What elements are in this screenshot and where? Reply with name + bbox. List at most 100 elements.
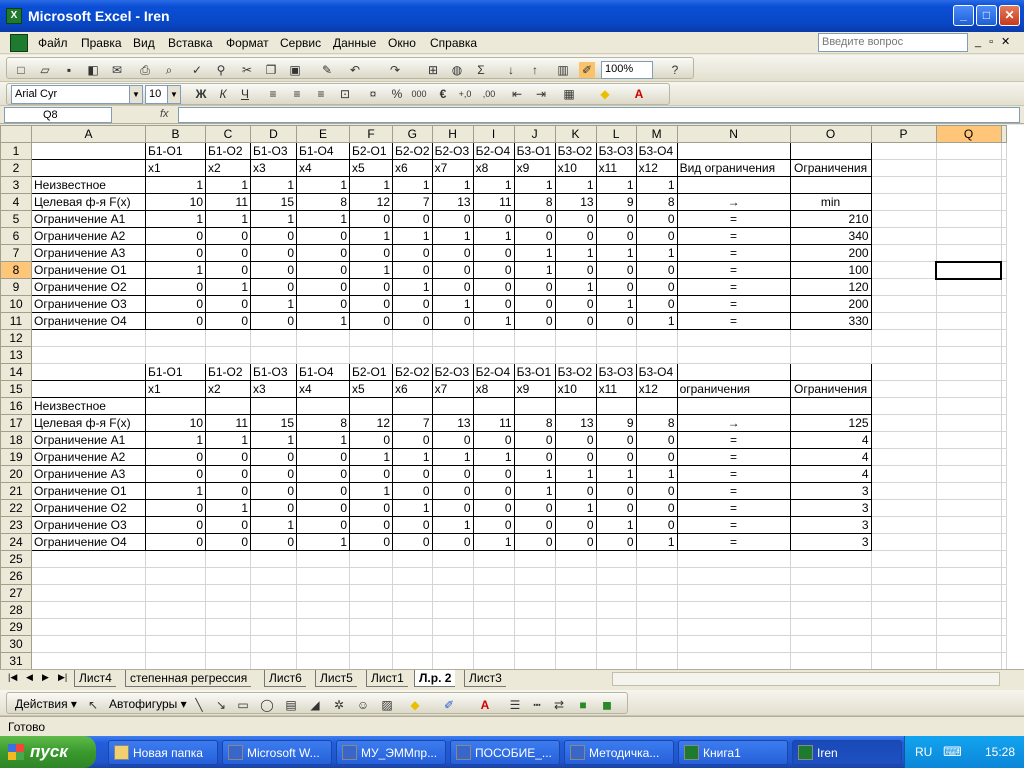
cell[interactable]: 0 — [513, 278, 556, 296]
cell[interactable] — [250, 329, 297, 347]
cell[interactable] — [635, 397, 678, 415]
cell[interactable] — [789, 618, 872, 636]
cell[interactable] — [789, 567, 872, 585]
next-sheet-icon[interactable]: ▶ — [42, 672, 49, 683]
cell[interactable] — [349, 567, 393, 585]
cell[interactable] — [513, 550, 556, 568]
sort-desc-icon[interactable]: ↑ — [527, 62, 543, 78]
cell[interactable]: 1 — [595, 176, 637, 194]
menu-view[interactable]: Вид — [133, 36, 155, 50]
cell[interactable]: Б3-О2 — [554, 142, 597, 160]
cell[interactable] — [554, 652, 597, 669]
cell[interactable]: 1 — [431, 227, 474, 245]
cell[interactable] — [870, 652, 937, 669]
cell[interactable]: Неизвестное — [31, 176, 146, 194]
cell[interactable] — [205, 635, 251, 653]
cell[interactable]: 4 — [789, 465, 872, 483]
cell[interactable]: x10 — [554, 380, 597, 398]
cell[interactable] — [205, 550, 251, 568]
cell[interactable]: 0 — [349, 533, 393, 551]
cell[interactable]: 1 — [296, 533, 350, 551]
cell[interactable]: 0 — [296, 278, 350, 296]
cell[interactable]: 0 — [472, 482, 515, 500]
cell[interactable]: Б1-О1 — [145, 363, 206, 381]
row-header[interactable]: 11 — [0, 312, 32, 330]
cell[interactable]: 0 — [145, 295, 206, 313]
cell[interactable]: Б2-О4 — [472, 142, 515, 160]
cell[interactable]: 1 — [513, 482, 556, 500]
cell[interactable] — [250, 397, 297, 415]
cell[interactable]: 1 — [431, 448, 474, 466]
cell[interactable]: 1 — [513, 261, 556, 279]
cell[interactable]: 0 — [145, 499, 206, 517]
cell[interactable]: Б2-О1 — [349, 363, 393, 381]
cell[interactable] — [870, 159, 937, 177]
cell[interactable]: x9 — [513, 159, 556, 177]
cell[interactable]: x5 — [349, 380, 393, 398]
cell[interactable] — [554, 346, 597, 364]
cell[interactable] — [870, 448, 937, 466]
cell[interactable]: 1 — [392, 176, 433, 194]
cell[interactable] — [595, 652, 637, 669]
cell[interactable]: 0 — [145, 312, 206, 330]
cell[interactable] — [296, 618, 350, 636]
cell[interactable]: 1 — [349, 448, 393, 466]
cell[interactable] — [392, 584, 433, 602]
cell[interactable]: 1 — [635, 465, 678, 483]
cell[interactable] — [349, 601, 393, 619]
menu-help[interactable]: Справка — [430, 36, 477, 50]
clipart-icon[interactable]: ☺ — [355, 697, 371, 713]
cell[interactable] — [676, 346, 791, 364]
cell[interactable]: Б3-О1 — [513, 363, 556, 381]
cell[interactable] — [205, 601, 251, 619]
cell[interactable]: Б1-О2 — [205, 363, 251, 381]
column-header[interactable]: H — [431, 125, 474, 143]
cell[interactable]: 0 — [554, 210, 597, 228]
cell[interactable]: 11 — [472, 414, 515, 432]
cell[interactable]: 1 — [145, 176, 206, 194]
cell[interactable]: 0 — [595, 499, 637, 517]
cell[interactable]: 0 — [250, 482, 297, 500]
cell[interactable] — [472, 346, 515, 364]
cell[interactable] — [250, 601, 297, 619]
cell[interactable]: 0 — [472, 210, 515, 228]
cell[interactable] — [349, 550, 393, 568]
cell[interactable]: 13 — [554, 193, 597, 211]
cell[interactable]: 0 — [296, 499, 350, 517]
cell[interactable]: 0 — [513, 533, 556, 551]
menu-data[interactable]: Данные — [333, 36, 376, 50]
picture-icon[interactable]: ▨ — [379, 697, 395, 713]
cell[interactable] — [431, 635, 474, 653]
cell[interactable]: 1 — [554, 176, 597, 194]
cell[interactable] — [635, 635, 678, 653]
cell[interactable] — [205, 652, 251, 669]
cell[interactable]: 1 — [392, 448, 433, 466]
cell[interactable]: 0 — [431, 278, 474, 296]
cell[interactable]: 0 — [392, 244, 433, 262]
task-new-folder[interactable]: Новая папка — [108, 740, 218, 765]
cell[interactable]: 1 — [513, 176, 556, 194]
cell[interactable]: Ограничение О1 — [31, 261, 146, 279]
cell[interactable]: 0 — [296, 227, 350, 245]
print-icon[interactable]: ⎙ — [137, 62, 153, 78]
column-header[interactable]: E — [296, 125, 350, 143]
cell[interactable]: 0 — [296, 448, 350, 466]
cell[interactable] — [870, 210, 937, 228]
cell[interactable] — [250, 550, 297, 568]
cell[interactable] — [789, 652, 872, 669]
cell[interactable]: 1 — [392, 278, 433, 296]
cell[interactable]: 0 — [145, 244, 206, 262]
cell[interactable] — [431, 550, 474, 568]
cell[interactable] — [870, 312, 937, 330]
cell[interactable] — [1000, 159, 1008, 177]
worksheet-grid[interactable]: A B C D E F G H I J K L M N O P Q 1 Б1-О1 Б1-О2 Б1-О3 Б1-О4 Б2… — [0, 125, 1024, 669]
cell[interactable] — [1000, 295, 1008, 313]
cell[interactable] — [935, 193, 1002, 211]
cell[interactable] — [935, 516, 1002, 534]
cell[interactable] — [472, 550, 515, 568]
chart-wizard-icon[interactable]: ▥ — [555, 62, 571, 78]
align-left-icon[interactable]: ≡ — [265, 86, 281, 102]
cell[interactable]: 0 — [635, 482, 678, 500]
cell[interactable] — [554, 635, 597, 653]
cell[interactable] — [296, 397, 350, 415]
